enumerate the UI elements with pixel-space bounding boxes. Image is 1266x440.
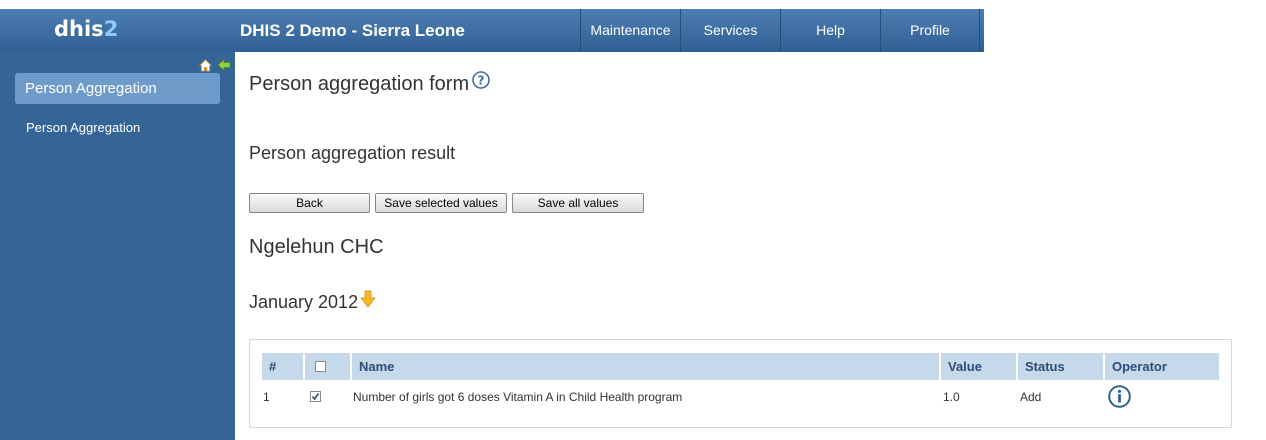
checkmark-icon <box>311 393 320 401</box>
logo-accent: 2 <box>103 17 119 41</box>
left-sidebar: Person Aggregation Person Aggregation <box>0 52 235 440</box>
row-name: Number of girls got 6 doses Vitamin A in… <box>353 390 683 404</box>
result-title: Person aggregation result <box>249 143 456 163</box>
period-text: January 2012 <box>249 292 359 312</box>
column-header-operator: Operator <box>1105 353 1219 380</box>
logo-text: dhis <box>54 17 104 41</box>
menu-maintenance[interactable]: Maintenance <box>580 9 680 52</box>
arrow-down-icon[interactable] <box>360 290 376 308</box>
back-arrow-icon[interactable] <box>217 58 231 72</box>
page-title-text: Person aggregation form <box>249 73 470 95</box>
save-all-values-button[interactable]: Save all values <box>512 193 644 213</box>
column-header-index: # <box>262 353 303 380</box>
aggregation-result-table: # Name Value Status Operator 1 Number of… <box>249 339 1232 428</box>
column-header-value: Value <box>941 353 1016 380</box>
select-all-checkbox[interactable] <box>315 361 326 372</box>
app-title[interactable]: DHIS 2 Demo - Sierra Leone <box>240 21 465 41</box>
sidebar-section-title: Person Aggregation <box>15 73 220 104</box>
page-title: Person aggregation form? <box>249 71 490 96</box>
menu-help[interactable]: Help <box>780 9 880 52</box>
help-icon[interactable]: ? <box>472 71 490 89</box>
column-header-status: Status <box>1018 353 1103 380</box>
menu-profile[interactable]: Profile <box>880 9 980 52</box>
dhis2-logo[interactable]: dhis2 <box>54 17 118 41</box>
org-unit-title: Ngelehun CHC <box>249 236 384 258</box>
menu-services[interactable]: Services <box>680 9 780 52</box>
info-icon[interactable] <box>1108 385 1131 408</box>
save-selected-values-button[interactable]: Save selected values <box>375 193 507 213</box>
column-header-select <box>305 353 350 380</box>
top-menu: Maintenance Services Help Profile <box>580 9 980 52</box>
top-header-bar: dhis2 DHIS 2 Demo - Sierra Leone Mainten… <box>0 9 984 52</box>
row-value: 1.0 <box>943 390 960 404</box>
home-icon[interactable] <box>199 59 212 72</box>
back-button[interactable]: Back <box>249 193 370 213</box>
period-title: January 2012 <box>249 290 376 313</box>
svg-text:?: ? <box>478 74 485 88</box>
column-header-name: Name <box>352 353 939 380</box>
row-status: Add <box>1020 390 1042 404</box>
row-index: 1 <box>263 390 270 404</box>
row-checkbox[interactable] <box>310 391 321 402</box>
sidebar-item-person-aggregation[interactable]: Person Aggregation <box>26 120 140 135</box>
